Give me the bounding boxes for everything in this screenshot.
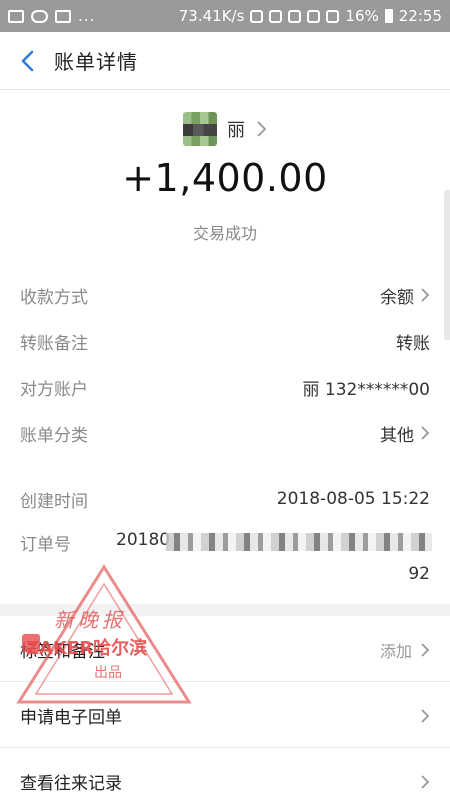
notification-icons: ... [8, 7, 95, 25]
row-value-wrap: 其他 [380, 421, 430, 446]
row-label: 订单号 [20, 535, 71, 555]
detail-row-bill-category[interactable]: 账单分类 其他 [20, 418, 430, 448]
chevron-right-icon [421, 708, 430, 723]
battery-icon [384, 9, 393, 23]
row-label: 对方账户 [20, 379, 88, 400]
order-number-suffix: 92 [408, 564, 430, 584]
action-right [420, 708, 430, 724]
wechat-icon [31, 9, 48, 23]
missed-call-icon [55, 9, 71, 23]
transaction-amount: +1,400.00 [122, 156, 328, 200]
alarm-icon [288, 9, 302, 23]
row-label: 收款方式 [20, 287, 88, 308]
mute-icon [269, 9, 283, 23]
row-value: 转账 [396, 333, 430, 354]
battery-percent: 16% [345, 7, 379, 25]
chevron-right-icon [421, 288, 430, 302]
detail-row-transfer-note: 转账备注 转账 [20, 326, 430, 356]
row-label: 转账备注 [20, 333, 88, 354]
action-right: 添加 [380, 638, 430, 662]
chevron-right-icon [421, 426, 430, 440]
detail-row-payment-method[interactable]: 收款方式 余额 [20, 280, 430, 310]
more-notifications-icon: ... [78, 7, 96, 25]
row-label: 创建时间 [20, 491, 88, 512]
gallery-icon [8, 9, 24, 23]
action-right [420, 774, 430, 790]
section-divider [0, 604, 450, 616]
network-speed: 73.41K/s [178, 7, 245, 25]
order-number-prefix: 20180 [116, 530, 171, 550]
tags-and-notes-item[interactable]: 标签和备注 添加 [0, 618, 450, 682]
view-history-item[interactable]: 查看往来记录 [0, 750, 450, 800]
page-title: 账单详情 [54, 50, 138, 74]
status-bar: ... 73.41K/s 16% 22:55 [0, 0, 450, 32]
clock: 22:55 [398, 7, 442, 25]
row-value: 2018-08-05 15:22 [276, 489, 430, 509]
row-value: 其他 [380, 425, 414, 446]
back-arrow-glyph [21, 50, 34, 71]
row-label: 账单分类 [20, 425, 88, 446]
scroll-indicator [444, 190, 450, 340]
detail-row-created-time: 创建时间 2018-08-05 15:22 [20, 484, 430, 514]
request-e-receipt-item[interactable]: 申请电子回单 [0, 684, 450, 748]
chevron-right-icon [257, 121, 267, 137]
back-icon[interactable] [0, 32, 54, 90]
airplane-icon [326, 9, 340, 23]
avatar [183, 112, 217, 146]
system-indicators: 73.41K/s 16% 22:55 [179, 7, 442, 25]
action-label: 查看往来记录 [20, 774, 122, 794]
wifi-icon [307, 9, 321, 23]
transaction-status: 交易成功 [192, 224, 257, 243]
row-value-wrap: 余额 [380, 283, 430, 308]
nfc-icon [250, 9, 264, 23]
row-value: 丽 132******00 [302, 379, 430, 400]
chevron-right-icon [421, 774, 430, 789]
counterparty-name: 丽 [227, 120, 245, 141]
nav-bar: 账单详情 [0, 32, 450, 90]
counterparty[interactable]: 丽 [0, 112, 450, 146]
transaction-summary: 丽 +1,400.00 交易成功 [0, 90, 450, 260]
order-number-redacted [166, 533, 432, 551]
action-label: 申请电子回单 [20, 708, 122, 728]
row-value: 余额 [380, 287, 414, 308]
detail-row-counterparty-account: 对方账户 丽 132******00 [20, 372, 430, 402]
action-label: 标签和备注 [20, 642, 105, 662]
chevron-right-icon [421, 642, 430, 657]
add-hint: 添加 [379, 641, 412, 661]
